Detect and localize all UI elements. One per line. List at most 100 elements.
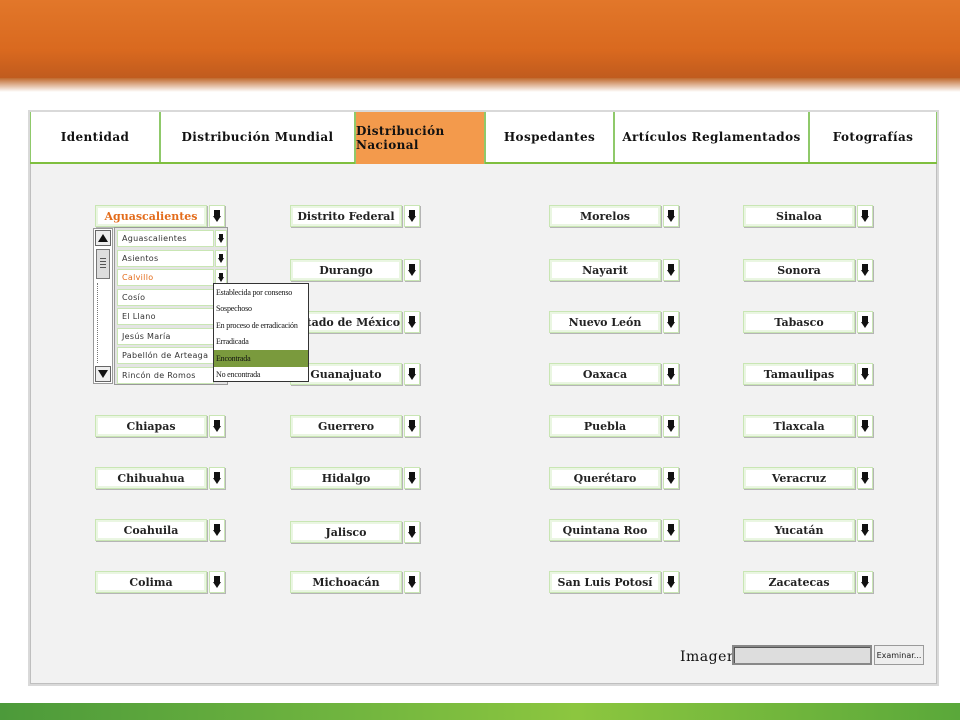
dropdown-button[interactable] — [209, 467, 225, 489]
state-combo[interactable]: Tamaulipas — [743, 363, 873, 385]
image-file-input[interactable] — [732, 645, 872, 665]
list-item[interactable]: Asientos — [117, 249, 227, 267]
dropdown-button[interactable] — [404, 571, 420, 593]
dropdown-button[interactable] — [404, 521, 420, 543]
dropdown-button[interactable] — [404, 467, 420, 489]
municipio-label[interactable]: Pabellón de Arteaga — [117, 347, 214, 364]
dropdown-button[interactable] — [857, 467, 873, 489]
dropdown-button[interactable] — [404, 363, 420, 385]
state-combo-value[interactable]: Morelos — [549, 205, 661, 227]
state-combo[interactable]: Jalisco — [290, 521, 420, 543]
state-combo[interactable]: Veracruz — [743, 467, 873, 489]
state-combo[interactable]: Sonora — [743, 259, 873, 281]
tab-identidad[interactable]: Identidad — [30, 112, 160, 162]
list-item[interactable]: Rincón de Romos — [117, 366, 227, 384]
state-combo-value[interactable]: Jalisco — [290, 521, 402, 543]
municipio-label[interactable]: Cosío — [117, 288, 214, 306]
state-combo[interactable]: Zacatecas — [743, 571, 873, 593]
state-combo-value[interactable]: Guerrero — [290, 415, 402, 437]
state-combo[interactable]: Quintana Roo — [549, 519, 679, 541]
dropdown-button[interactable] — [857, 415, 873, 437]
dropdown-button[interactable] — [404, 259, 420, 281]
state-combo[interactable]: Colima — [95, 571, 225, 593]
scroll-down-button[interactable] — [95, 366, 111, 382]
tab-fotografias[interactable]: Fotografías — [809, 112, 937, 162]
dropdown-button[interactable] — [663, 519, 679, 541]
tab-distribucion-mundial[interactable]: Distribución Mundial — [160, 112, 355, 162]
municipio-scrollbar[interactable] — [93, 228, 113, 384]
scroll-track[interactable] — [97, 283, 99, 363]
state-combo-value[interactable]: Yucatán — [743, 519, 855, 541]
state-combo-value[interactable]: Colima — [95, 571, 207, 593]
state-combo[interactable]: Morelos — [549, 205, 679, 227]
dropdown-button[interactable] — [663, 205, 679, 227]
state-combo[interactable]: San Luis Potosí — [549, 571, 679, 593]
state-combo-value[interactable]: Tabasco — [743, 311, 855, 333]
dropdown-button[interactable] — [857, 571, 873, 593]
list-item[interactable]: Calvillo — [117, 269, 227, 286]
state-combo[interactable]: Nayarit — [549, 259, 679, 281]
state-combo[interactable]: Michoacán — [290, 571, 420, 593]
state-combo-value[interactable]: Zacatecas — [743, 571, 855, 593]
state-combo-value[interactable]: Oaxaca — [549, 363, 661, 385]
list-item[interactable]: Jesús María — [117, 327, 227, 345]
state-combo-value[interactable]: Tamaulipas — [743, 363, 855, 385]
state-combo-value[interactable]: Chihuahua — [95, 467, 207, 489]
municipio-label[interactable]: Asientos — [117, 249, 214, 267]
dropdown-button[interactable] — [209, 415, 225, 437]
state-combo-value[interactable]: Puebla — [549, 415, 661, 437]
status-option[interactable]: Sospechoso — [214, 301, 308, 318]
scroll-up-button[interactable] — [95, 230, 111, 246]
municipio-label[interactable]: El Llano — [117, 308, 214, 325]
dropdown-button[interactable] — [209, 205, 225, 227]
status-option[interactable]: Encontrada — [214, 350, 308, 367]
state-combo-value[interactable]: Distrito Federal — [290, 205, 402, 227]
state-combo[interactable]: Sinaloa — [743, 205, 873, 227]
dropdown-button[interactable] — [857, 311, 873, 333]
municipio-label[interactable]: Rincón de Romos — [117, 366, 214, 384]
state-combo[interactable]: Durango — [290, 259, 420, 281]
browse-button[interactable]: Examinar... — [874, 645, 924, 665]
state-combo-value[interactable]: Nayarit — [549, 259, 661, 281]
dropdown-button[interactable] — [663, 415, 679, 437]
dropdown-button[interactable] — [215, 249, 227, 267]
state-combo-value[interactable]: Sonora — [743, 259, 855, 281]
state-combo[interactable]: Puebla — [549, 415, 679, 437]
tab-distribucion-nacional[interactable]: Distribución Nacional — [355, 112, 485, 164]
dropdown-button[interactable] — [857, 259, 873, 281]
list-item[interactable]: Pabellón de Arteaga — [117, 347, 227, 364]
dropdown-button[interactable] — [209, 519, 225, 541]
dropdown-button[interactable] — [663, 571, 679, 593]
state-combo[interactable]: Estado de México — [290, 311, 420, 333]
dropdown-button[interactable] — [663, 259, 679, 281]
state-combo-value[interactable]: Durango — [290, 259, 402, 281]
state-combo-value[interactable]: Aguascalientes — [95, 205, 207, 227]
dropdown-button[interactable] — [404, 311, 420, 333]
state-combo-value[interactable]: Sinaloa — [743, 205, 855, 227]
dropdown-button[interactable] — [857, 205, 873, 227]
dropdown-button[interactable] — [215, 230, 227, 247]
dropdown-button[interactable] — [857, 519, 873, 541]
state-combo-value[interactable]: Quintana Roo — [549, 519, 661, 541]
state-combo[interactable]: Distrito Federal — [290, 205, 420, 227]
tab-hospedantes[interactable]: Hospedantes — [485, 112, 614, 162]
state-combo-value[interactable]: Chiapas — [95, 415, 207, 437]
dropdown-button[interactable] — [209, 571, 225, 593]
state-combo-value[interactable]: Querétaro — [549, 467, 661, 489]
state-combo[interactable]: Tabasco — [743, 311, 873, 333]
status-option[interactable]: Establecida por consenso — [214, 284, 308, 301]
state-combo[interactable]: Hidalgo — [290, 467, 420, 489]
state-combo-value[interactable]: Coahuila — [95, 519, 207, 541]
state-combo[interactable]: Nuevo León — [549, 311, 679, 333]
state-combo[interactable]: Yucatán — [743, 519, 873, 541]
status-option[interactable]: En proceso de erradicación — [214, 317, 308, 334]
state-combo[interactable]: Guanajuato — [290, 363, 420, 385]
state-combo-value[interactable]: Michoacán — [290, 571, 402, 593]
state-combo[interactable]: Querétaro — [549, 467, 679, 489]
state-combo[interactable]: Aguascalientes — [95, 205, 225, 227]
list-item[interactable]: Aguascalientes — [117, 230, 227, 247]
state-combo-value[interactable]: Hidalgo — [290, 467, 402, 489]
state-combo[interactable]: Oaxaca — [549, 363, 679, 385]
status-option[interactable]: No encontrada — [214, 367, 308, 384]
state-combo[interactable]: Coahuila — [95, 519, 225, 541]
